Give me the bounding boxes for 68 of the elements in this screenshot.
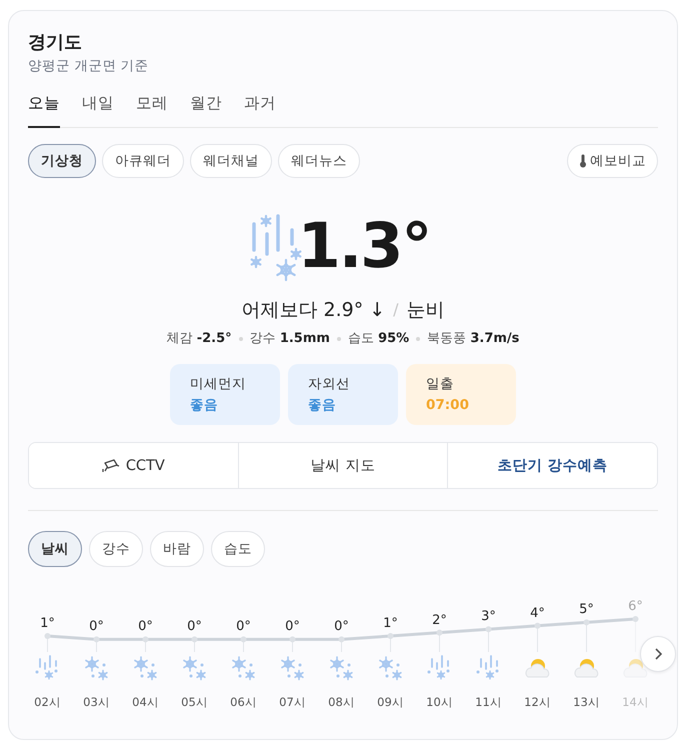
hour-label: 07시: [279, 694, 306, 710]
indicator-value: 좋음: [308, 396, 337, 414]
hour-label: 14시: [622, 694, 649, 710]
location-subtitle: 양평군 개군면 기준: [28, 57, 150, 76]
hourly-temperature: 0°: [334, 618, 349, 636]
weather-condition: 눈비: [406, 298, 445, 323]
current-temperature: 1.3°: [298, 208, 430, 284]
snow-icon: [180, 655, 208, 681]
snow-icon: [328, 655, 356, 681]
hourly-temperature: 1°: [40, 615, 55, 632]
day-tab[interactable]: 내일: [82, 92, 114, 128]
location-title: 경기도: [28, 32, 83, 54]
hour-label: 02시: [34, 694, 61, 710]
hour-label: 11시: [475, 694, 502, 710]
indicator-label: 자외선: [308, 375, 351, 394]
hour-label: 12시: [524, 694, 551, 710]
indicator-label: 미세먼지: [190, 375, 247, 394]
snow-icon: [230, 655, 258, 681]
snow-icon: [132, 655, 160, 681]
indicator-label: 일출: [426, 375, 455, 394]
hour-label: 06시: [230, 694, 257, 710]
weather-detail: 강수 1.5mm: [250, 330, 330, 348]
day-tab[interactable]: 오늘: [28, 92, 60, 128]
shortcut-link[interactable]: 초단기 강수예측: [447, 443, 657, 488]
next-button[interactable]: [640, 636, 676, 672]
hourly-temperature: 0°: [89, 618, 104, 636]
hour-label: 08시: [328, 694, 355, 710]
source-chip[interactable]: 웨더뉴스: [278, 144, 360, 178]
chart-tab[interactable]: 습도: [211, 531, 265, 567]
hourly-temperature: 2°: [432, 612, 447, 629]
day-tab[interactable]: 과거: [244, 92, 276, 128]
camera-icon: [102, 458, 120, 472]
weather-detail: 습도 95%: [348, 330, 410, 348]
hourly-temperature: 1°: [383, 615, 398, 632]
chart-tab[interactable]: 강수: [89, 531, 143, 567]
thermometer-icon: [579, 154, 587, 168]
chart-tab[interactable]: 바람: [150, 531, 204, 567]
day-tab[interactable]: 월간: [190, 92, 222, 128]
hour-label: 10시: [426, 694, 453, 710]
temperature-comparison: 어제보다 2.9° ↓: [241, 298, 386, 323]
snow-icon: [376, 655, 404, 681]
weather-detail: 체감 -2.5°: [166, 330, 232, 348]
hour-label: 04시: [132, 694, 159, 710]
hourly-temperature: 4°: [530, 604, 545, 622]
hour-label: 09시: [377, 694, 404, 710]
chevron-right-icon: [653, 647, 663, 661]
snow-icon: [278, 655, 306, 681]
hourly-temperature: 3°: [481, 608, 496, 626]
forecast-compare-button[interactable]: 예보비교: [567, 144, 658, 178]
hour-label: 05시: [181, 694, 208, 710]
hour-label: 03시: [83, 694, 110, 710]
hourly-temperature: 5°: [579, 601, 594, 618]
hourly-temperature: 0°: [236, 618, 251, 636]
snow-icon: [82, 655, 110, 681]
hourly-temperature: 0°: [138, 618, 153, 636]
hourly-temperature: 6°: [628, 598, 643, 615]
separator: /: [393, 299, 399, 321]
day-tab[interactable]: 모레: [136, 92, 168, 128]
hourly-temperature: 0°: [187, 618, 202, 636]
hour-label: 13시: [573, 694, 600, 710]
indicator-value: 07:00: [426, 396, 470, 414]
chart-tab[interactable]: 날씨: [28, 531, 82, 567]
source-chip[interactable]: 아큐웨더: [102, 144, 184, 178]
indicator-value: 좋음: [190, 396, 219, 414]
source-chip[interactable]: 기상청: [28, 144, 96, 178]
weather-detail: 북동풍 3.7m/s: [427, 330, 520, 348]
source-chip[interactable]: 웨더채널: [190, 144, 272, 178]
hourly-temperature: 0°: [285, 618, 300, 636]
